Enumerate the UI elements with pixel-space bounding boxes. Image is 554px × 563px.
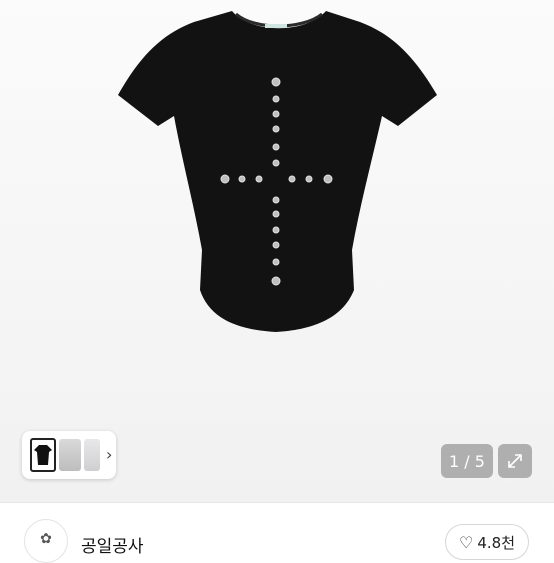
like-count: 4.8천	[477, 533, 515, 552]
expand-button[interactable]	[498, 444, 532, 478]
mini-tshirt-icon	[34, 445, 52, 465]
product-photo[interactable]: › 1 / 5	[0, 0, 554, 502]
expand-arrows-icon	[508, 454, 522, 468]
chevron-right-icon[interactable]: ›	[106, 447, 112, 463]
thumbnail-1[interactable]	[30, 438, 56, 472]
seller-bar: ✿ 공일공사 ♡ 4.8천	[0, 503, 554, 563]
thumbnail-2[interactable]	[59, 439, 81, 471]
thumbnail-strip[interactable]: ›	[22, 431, 116, 479]
flower-logo-icon: ✿	[40, 531, 52, 547]
thumbnail-3[interactable]	[84, 439, 100, 471]
tshirt-image	[118, 11, 437, 332]
image-counter: 1 / 5	[441, 444, 493, 478]
seller-avatar[interactable]: ✿	[24, 519, 68, 563]
seller-name[interactable]: 공일공사	[81, 532, 144, 557]
heart-outline-icon: ♡	[459, 532, 474, 552]
like-button[interactable]: ♡ 4.8천	[445, 524, 529, 560]
